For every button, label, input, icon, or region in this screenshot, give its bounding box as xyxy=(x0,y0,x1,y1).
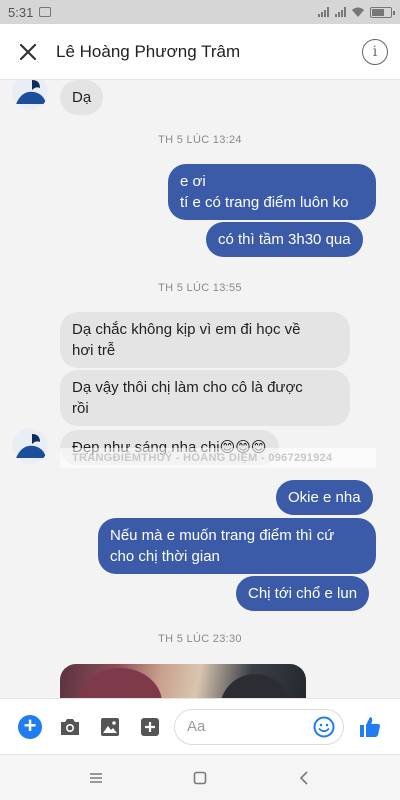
emoji-icon[interactable] xyxy=(313,716,335,738)
message-bubble[interactable]: Dạ xyxy=(60,80,104,115)
close-icon xyxy=(19,43,37,60)
message-bubble[interactable]: có thì tầm 3h30 qua xyxy=(206,222,363,257)
menu-icon xyxy=(90,772,102,783)
home-square-icon xyxy=(193,771,207,784)
watermark-banner: TRANGĐIỂMTHUÝ - HOANG DIỆM - 0967291924 xyxy=(60,448,376,468)
home-button[interactable] xyxy=(180,758,220,798)
add-sticker-icon xyxy=(141,717,159,736)
contact-avatar[interactable] xyxy=(12,428,48,464)
status-icons xyxy=(318,6,395,18)
chevron-left-icon xyxy=(299,770,308,785)
message-text-line: tí e có trang điểm luôn ko xyxy=(180,194,349,211)
message-bubble[interactable]: Nếu mà e muốn trang điểm thì cứ cho chị … xyxy=(98,518,376,574)
plus-icon: + xyxy=(18,714,42,739)
message-bubble[interactable]: Dạ chắc không kịp vì em đi học về hơi tr… xyxy=(60,312,350,368)
message-text-line: rồi xyxy=(72,400,89,417)
message-text-line: e ơi xyxy=(180,173,206,190)
message-text: có thì tầm 3h30 qua xyxy=(218,231,351,248)
message-text: Okie e nha xyxy=(288,489,361,506)
timestamp: TH 5 LÚC 13:55 xyxy=(158,282,242,294)
message-bubble[interactable]: Okie e nha xyxy=(276,480,373,515)
notification-app-icon xyxy=(39,7,52,17)
message-text: Dạ xyxy=(72,89,92,106)
message-text: Chị tới chổ e lun xyxy=(248,585,358,602)
conversation-header: Lê Hoàng Phương Trâm i xyxy=(0,24,400,80)
message-composer: + xyxy=(0,698,400,754)
camera-button[interactable] xyxy=(50,707,90,747)
system-nav-bar xyxy=(0,754,400,800)
message-list[interactable]: Dạ TH 5 LÚC 13:24 e ơi tí e có trang điể… xyxy=(0,80,400,698)
message-text-line: Dạ chắc không kịp vì em đi học về xyxy=(72,321,301,338)
message-bubble[interactable]: Chị tới chổ e lun xyxy=(236,576,370,611)
sticker-button[interactable] xyxy=(130,707,170,747)
contact-name[interactable]: Lê Hoàng Phương Trâm xyxy=(56,42,362,62)
message-bubble[interactable]: Dạ vậy thôi chị làm cho cô là được rồi xyxy=(60,370,350,426)
message-text-line: hơi trễ xyxy=(72,342,116,359)
image-icon xyxy=(101,717,119,736)
wifi-icon xyxy=(352,7,364,17)
gallery-button[interactable] xyxy=(90,707,130,747)
contact-avatar[interactable] xyxy=(12,80,48,110)
message-input-box[interactable] xyxy=(174,708,344,745)
close-button[interactable] xyxy=(0,24,56,80)
info-icon: i xyxy=(372,43,378,60)
photo-person-hair xyxy=(78,668,162,698)
signal-2-icon xyxy=(335,7,346,17)
battery-icon xyxy=(370,6,395,18)
timestamp: TH 5 LÚC 23:30 xyxy=(158,633,242,645)
like-button[interactable] xyxy=(350,707,390,747)
message-text-line: cho chị thời gian xyxy=(110,548,220,565)
timestamp: TH 5 LÚC 13:24 xyxy=(158,134,242,146)
more-actions-button[interactable]: + xyxy=(10,707,50,747)
message-bubble[interactable]: e ơi tí e có trang điểm luôn ko xyxy=(168,164,376,220)
camera-icon xyxy=(61,718,79,735)
status-time: 5:31 xyxy=(8,4,34,20)
avatar-icon xyxy=(12,428,48,464)
message-text-line: Nếu mà e muốn trang điểm thì cứ xyxy=(110,527,335,544)
message-text-line: Dạ vậy thôi chị làm cho cô là được xyxy=(72,379,303,396)
photo-message[interactable] xyxy=(60,664,306,698)
info-button[interactable]: i xyxy=(362,38,388,65)
signal-icon xyxy=(318,7,329,17)
message-input[interactable] xyxy=(187,718,313,735)
photo-person-head xyxy=(220,674,290,698)
status-bar: 5:31 xyxy=(0,0,400,24)
back-button[interactable] xyxy=(284,758,324,798)
recent-apps-button[interactable] xyxy=(76,758,116,798)
thumbs-up-icon xyxy=(360,716,380,737)
avatar-icon xyxy=(12,80,48,110)
